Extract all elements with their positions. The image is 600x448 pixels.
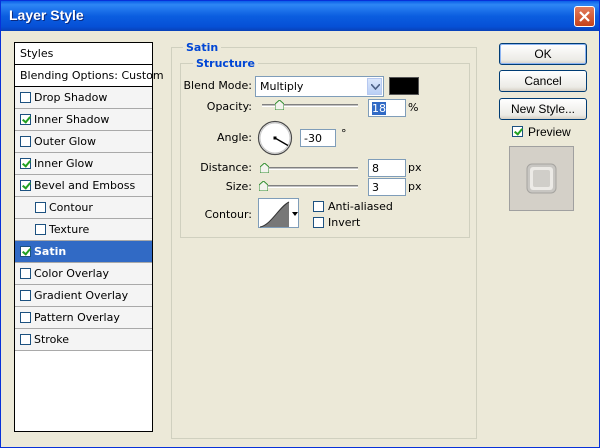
blend-mode-select[interactable]: Multiply [255, 76, 384, 97]
preview-label: Preview [528, 125, 571, 139]
anti-aliased-checkbox[interactable] [313, 201, 324, 212]
size-slider-thumb[interactable] [259, 181, 269, 191]
blend-color-swatch[interactable] [389, 77, 419, 95]
size-slider-track[interactable] [262, 185, 358, 188]
opacity-label: Opacity: [206, 100, 252, 113]
style-item-checkbox[interactable] [20, 312, 31, 323]
style-item-color-overlay[interactable]: Color Overlay [15, 263, 152, 285]
distance-slider-track[interactable] [262, 167, 358, 170]
blend-mode-value: Multiply [260, 80, 304, 93]
size-unit: px [408, 180, 422, 193]
new-style-button[interactable]: New Style... [499, 98, 587, 120]
style-item-checkbox[interactable] [20, 114, 31, 125]
opacity-slider-thumb[interactable] [274, 100, 284, 110]
style-item-checkbox[interactable] [20, 158, 31, 169]
distance-unit: px [408, 161, 422, 174]
distance-slider-thumb[interactable] [260, 163, 270, 173]
style-item-drop-shadow[interactable]: Drop Shadow [15, 87, 152, 109]
style-item-gradient-overlay[interactable]: Gradient Overlay [15, 285, 152, 307]
style-item-checkbox[interactable] [20, 92, 31, 103]
style-item-label: Satin [34, 245, 67, 258]
angle-label: Angle: [216, 131, 252, 144]
dropdown-arrow[interactable] [367, 78, 382, 95]
size-input[interactable]: 3 [368, 178, 406, 196]
style-item-stroke[interactable]: Stroke [15, 329, 152, 351]
style-item-label: Inner Glow [34, 157, 94, 170]
style-item-checkbox[interactable] [35, 224, 46, 235]
style-item-label: Texture [49, 223, 90, 236]
size-label: Size: [225, 180, 252, 193]
ok-button[interactable]: OK [499, 43, 587, 65]
style-item-label: Contour [49, 201, 93, 214]
style-item-label: Inner Shadow [34, 113, 110, 126]
opacity-unit: % [408, 101, 419, 114]
preview-swatch-image [526, 163, 557, 194]
styles-header[interactable]: Styles [15, 43, 152, 65]
close-button[interactable] [574, 6, 595, 27]
invert-checkbox[interactable] [313, 217, 324, 228]
title-bar[interactable]: Layer Style [1, 1, 599, 31]
style-preview-thumbnail [509, 146, 574, 211]
opacity-input[interactable]: 18 [368, 99, 406, 117]
blend-mode-label: Blend Mode: [183, 79, 253, 92]
chevron-down-icon [371, 84, 380, 90]
contour-picker[interactable] [258, 198, 299, 228]
style-item-checkbox[interactable] [20, 334, 31, 345]
invert-label: Invert [328, 216, 361, 229]
preview-checkbox[interactable] [512, 126, 523, 137]
style-item-pattern-overlay[interactable]: Pattern Overlay [15, 307, 152, 329]
style-item-outer-glow[interactable]: Outer Glow [15, 131, 152, 153]
style-item-label: Stroke [34, 333, 70, 346]
style-item-inner-glow[interactable]: Inner Glow [15, 153, 152, 175]
contour-curve-icon [259, 201, 298, 228]
style-item-contour[interactable]: Contour [15, 197, 152, 219]
satin-group-title: Satin [183, 41, 222, 54]
styles-list: Styles Blending Options: Custom Drop Sha… [14, 42, 164, 432]
style-item-label: Outer Glow [34, 135, 97, 148]
style-item-label: Color Overlay [34, 267, 109, 280]
style-item-checkbox[interactable] [20, 180, 31, 191]
close-icon [579, 11, 590, 22]
blending-options-item[interactable]: Blending Options: Custom [15, 65, 164, 87]
style-item-label: Drop Shadow [34, 91, 108, 104]
distance-input[interactable]: 8 [368, 159, 406, 177]
anti-aliased-label: Anti-aliased [328, 200, 393, 213]
window-title: Layer Style [9, 7, 84, 23]
distance-label: Distance: [200, 161, 252, 174]
contour-label: Contour: [204, 208, 252, 221]
style-item-checkbox[interactable] [20, 268, 31, 279]
style-item-checkbox[interactable] [35, 202, 46, 213]
style-item-label: Gradient Overlay [34, 289, 129, 302]
style-item-checkbox[interactable] [20, 290, 31, 301]
style-item-bevel-and-emboss[interactable]: Bevel and Emboss [15, 175, 152, 197]
cancel-button[interactable]: Cancel [499, 70, 587, 92]
angle-dial[interactable] [257, 120, 293, 156]
angle-unit: ° [341, 127, 347, 140]
style-item-label: Pattern Overlay [34, 311, 120, 324]
style-item-texture[interactable]: Texture [15, 219, 152, 241]
style-item-label: Bevel and Emboss [34, 179, 136, 192]
structure-group-title: Structure [193, 57, 258, 70]
angle-input[interactable]: -30 [300, 129, 336, 147]
style-item-checkbox[interactable] [20, 136, 31, 147]
style-item-satin[interactable]: Satin [15, 241, 152, 263]
style-item-inner-shadow[interactable]: Inner Shadow [15, 109, 152, 131]
style-item-checkbox[interactable] [20, 246, 31, 257]
